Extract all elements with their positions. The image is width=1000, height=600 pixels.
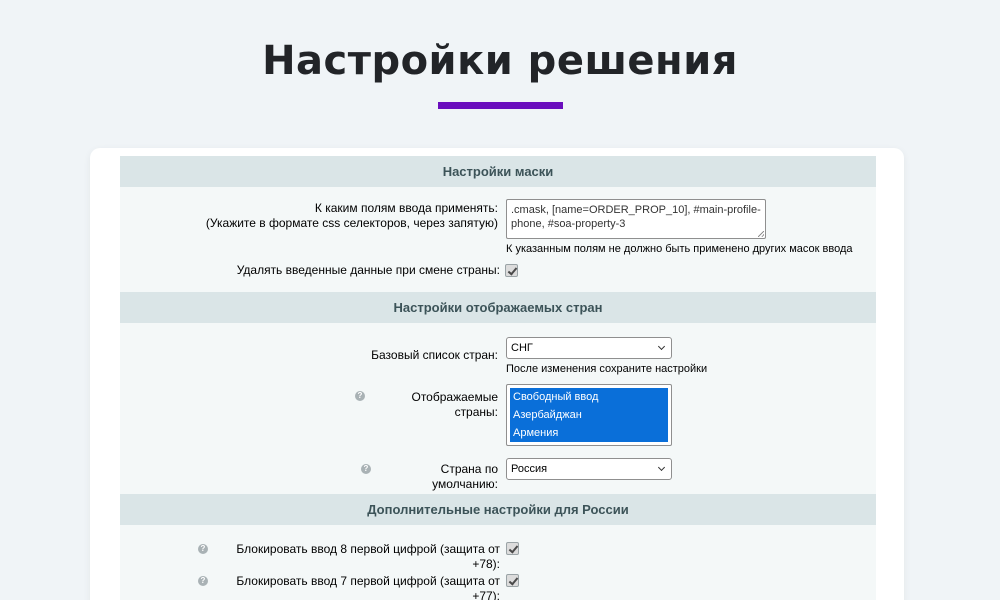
block-8-checkbox[interactable]: [506, 542, 519, 555]
chevron-down-icon: [657, 463, 666, 472]
resize-grip-icon[interactable]: [758, 231, 764, 237]
help-icon[interactable]: ?: [198, 544, 208, 554]
section-header-russia: Дополнительные настройки для России: [120, 494, 876, 525]
chevron-down-icon: [657, 342, 666, 351]
displayed-countries-listbox[interactable]: Свободный ввод Азербайджан Армения: [506, 384, 672, 446]
base-list-select[interactable]: СНГ: [506, 337, 672, 359]
fields-label: К каким полям ввода применять: (Укажите …: [160, 201, 498, 231]
help-icon[interactable]: ?: [355, 391, 365, 401]
css-selectors-value: .cmask, [name=ORDER_PROP_10], #main-prof…: [511, 204, 761, 230]
css-selectors-textarea[interactable]: .cmask, [name=ORDER_PROP_10], #main-prof…: [506, 199, 766, 239]
section-header-countries: Настройки отображаемых стран: [120, 292, 876, 323]
block-7-checkbox[interactable]: [506, 574, 519, 587]
title-underline: [438, 102, 563, 109]
block-7-label: Блокировать ввод 7 первой цифрой (защита…: [236, 574, 500, 600]
help-icon[interactable]: ?: [361, 464, 371, 474]
fields-note: К указанным полям не должно быть примене…: [506, 243, 853, 255]
block-8-label: Блокировать ввод 8 первой цифрой (защита…: [236, 542, 500, 571]
country-option[interactable]: Азербайджан: [510, 406, 668, 424]
country-option[interactable]: Свободный ввод: [510, 388, 668, 406]
base-list-selected-value: СНГ: [511, 342, 533, 354]
fields-label-line2: (Укажите в формате css селекторов, через…: [205, 216, 498, 230]
base-list-label: Базовый список стран:: [371, 348, 498, 362]
default-country-selected-value: Россия: [511, 463, 548, 475]
clear-on-country-change-label: Удалять введенные данные при смене стран…: [236, 263, 500, 277]
base-list-note: После изменения сохраните настройки: [506, 363, 708, 375]
help-icon[interactable]: ?: [198, 576, 208, 586]
default-country-select[interactable]: Россия: [506, 458, 672, 480]
fields-label-line1: К каким полям ввода применять:: [314, 201, 498, 215]
section-header-mask: Настройки маски: [120, 156, 876, 187]
clear-on-country-change-checkbox[interactable]: [505, 264, 518, 277]
country-option[interactable]: Армения: [510, 424, 668, 442]
page-title: Настройки решения: [262, 38, 738, 84]
displayed-countries-label: Отображаемые страны:: [411, 390, 498, 419]
default-country-label: Страна по умолчанию:: [432, 462, 498, 491]
